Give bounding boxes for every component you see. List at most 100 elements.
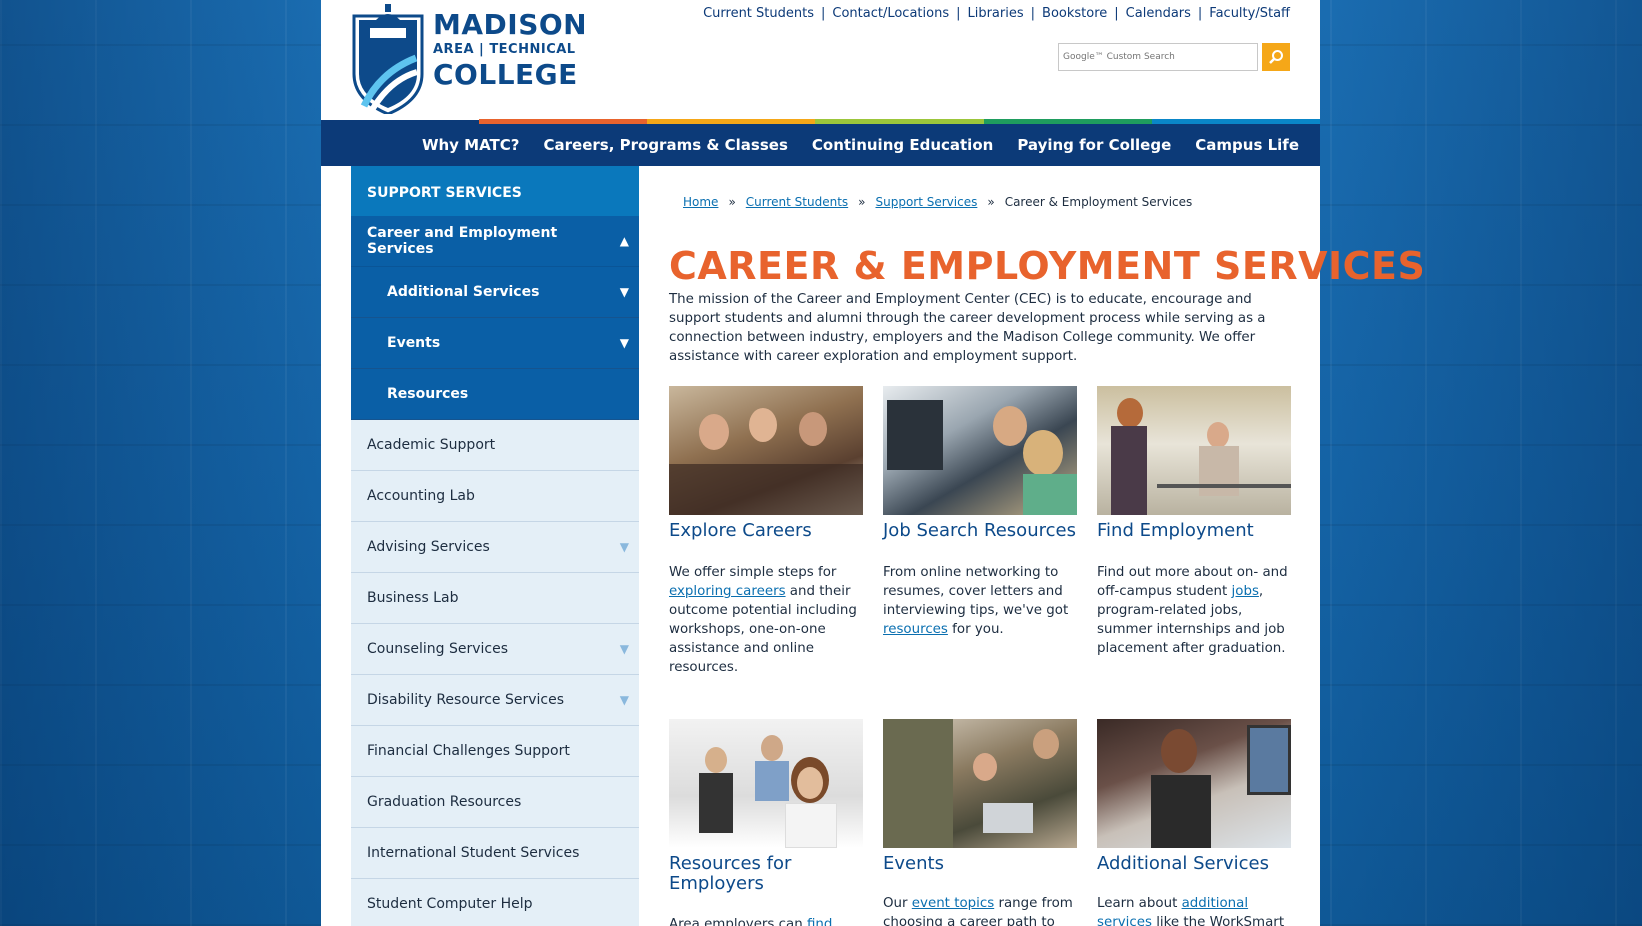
sidebar-item-label: Resources [387, 386, 469, 402]
sidebar-subitem-resources[interactable]: Resources [351, 369, 639, 420]
site-search [1058, 43, 1290, 71]
card-text-part: for you. [947, 622, 1004, 637]
sidebar-item-advising-services[interactable]: Advising Services ▼ [351, 522, 639, 573]
sidebar-item-graduation-resources[interactable]: Graduation Resources [351, 777, 639, 828]
sidebar-item-label: Events [387, 335, 441, 351]
utility-nav: Current Students | Contact/Locations | L… [703, 6, 1290, 21]
utility-link-bookstore[interactable]: Bookstore [1042, 6, 1107, 21]
sidebar-item-label: Student Computer Help [367, 896, 533, 912]
search-input[interactable] [1058, 43, 1258, 71]
site-header: MADISON AREA | TECHNICAL COLLEGE Current… [321, 0, 1320, 120]
sidebar-item-counseling-services[interactable]: Counseling Services ▼ [351, 624, 639, 675]
main-nav: Why MATC? Careers, Programs & Classes Co… [321, 120, 1320, 166]
nav-continuing-education[interactable]: Continuing Education [812, 136, 993, 154]
sidebar-item-academic-support[interactable]: Academic Support [351, 420, 639, 471]
breadcrumb-separator: » [987, 195, 995, 209]
capitol-shield-icon [352, 4, 424, 114]
card-explore-careers: Explore Careers We offer simple steps fo… [669, 386, 863, 677]
link-event-topics[interactable]: event topics [912, 896, 994, 911]
card-resources-for-employers: Resources for Employers Area employers c… [669, 719, 863, 926]
color-segment [1151, 119, 1321, 124]
utility-link-libraries[interactable]: Libraries [967, 6, 1023, 21]
photo-celebrating-graduates[interactable] [669, 719, 863, 848]
link-jobs[interactable]: jobs [1232, 584, 1259, 599]
separator: | [1114, 6, 1119, 21]
card-title[interactable]: Job Search Resources [883, 521, 1077, 541]
nav-campus-life[interactable]: Campus Life [1195, 136, 1299, 154]
separator: | [1197, 6, 1203, 21]
breadcrumb-link-home[interactable]: Home [683, 195, 718, 209]
utility-link-contact[interactable]: Contact/Locations [832, 6, 949, 21]
sidebar-item-label: International Student Services [367, 845, 580, 861]
nav-careers-programs-classes[interactable]: Careers, Programs & Classes [544, 136, 788, 154]
photo-career-fair[interactable] [1097, 386, 1291, 515]
card-text: Our event topics range from choosing a c… [883, 894, 1077, 926]
sidebar-item-label: Business Lab [367, 590, 459, 606]
chevron-down-icon[interactable]: ▼ [620, 642, 629, 656]
sidebar: SUPPORT SERVICES Career and Employment S… [351, 166, 639, 926]
card-text: We offer simple steps for exploring care… [669, 563, 863, 677]
card-job-search-resources: Job Search Resources From online network… [883, 386, 1077, 639]
college-logo[interactable]: MADISON AREA | TECHNICAL COLLEGE [350, 2, 587, 114]
nav-paying-for-college[interactable]: Paying for College [1017, 136, 1171, 154]
link-exploring-careers[interactable]: exploring careers [669, 584, 786, 599]
chevron-down-icon[interactable]: ▼ [620, 285, 629, 299]
sidebar-subitem-events[interactable]: Events ▼ [351, 318, 639, 369]
chevron-up-icon[interactable]: ▲ [620, 234, 629, 248]
utility-link-current-students[interactable]: Current Students [703, 6, 814, 21]
breadcrumb-link-current-students[interactable]: Current Students [746, 195, 848, 209]
card-title[interactable]: Explore Careers [669, 521, 863, 541]
sidebar-subitem-additional-services[interactable]: Additional Services ▼ [351, 267, 639, 318]
photo-computer-lab[interactable] [883, 386, 1077, 515]
breadcrumb-link-support-services[interactable]: Support Services [876, 195, 978, 209]
sidebar-heading[interactable]: SUPPORT SERVICES [351, 166, 639, 216]
breadcrumb-current: Career & Employment Services [1004, 195, 1193, 209]
sidebar-item-label: Advising Services [367, 539, 490, 555]
color-segment [647, 119, 816, 124]
card-text: Find out more about on- and off-campus s… [1097, 563, 1291, 658]
sidebar-item-disability-resource-services[interactable]: Disability Resource Services ▼ [351, 675, 639, 726]
photo-students-classroom[interactable] [669, 386, 863, 515]
photo-event-laptop[interactable] [883, 719, 1077, 848]
sidebar-item-label: Disability Resource Services [367, 692, 565, 708]
page-container: MADISON AREA | TECHNICAL COLLEGE Current… [321, 0, 1425, 926]
sidebar-item-label: Accounting Lab [367, 488, 475, 504]
separator: | [1030, 6, 1036, 21]
chevron-down-icon[interactable]: ▼ [620, 540, 629, 554]
logo-line-2: AREA | TECHNICAL [433, 42, 576, 57]
card-text-part: like the WorkSmart [1151, 915, 1285, 926]
link-resources[interactable]: resources [883, 622, 948, 637]
link-find[interactable]: find [807, 917, 832, 926]
color-segment [983, 119, 1152, 124]
card-title[interactable]: Resources for Employers [669, 854, 809, 894]
search-button[interactable] [1262, 43, 1290, 71]
sidebar-item-label: Career and Employment Services [367, 225, 558, 257]
page-title: CAREER & EMPLOYMENT SERVICES [669, 244, 1426, 288]
breadcrumb-separator: » [728, 195, 736, 209]
chevron-down-icon[interactable]: ▼ [620, 336, 629, 350]
breadcrumb: Home » Current Students » Support Servic… [683, 195, 1192, 209]
card-text: Learn about additional services like the… [1097, 894, 1291, 926]
utility-link-calendars[interactable]: Calendars [1126, 6, 1191, 21]
card-title[interactable]: Additional Services [1097, 854, 1291, 874]
photo-students-at-computer[interactable] [1097, 719, 1291, 848]
sidebar-item-international-student-services[interactable]: International Student Services [351, 828, 639, 879]
card-text-part: From online networking to resumes, cover… [883, 565, 1069, 618]
sidebar-item-career-employment[interactable]: Career and Employment Services ▲ [351, 216, 639, 267]
card-title[interactable]: Find Employment [1097, 521, 1291, 541]
color-segment [815, 119, 984, 124]
sidebar-item-accounting-lab[interactable]: Accounting Lab [351, 471, 639, 522]
card-title[interactable]: Events [883, 854, 1077, 874]
sidebar-item-label: Additional Services [387, 284, 540, 300]
sidebar-item-financial-challenges-support[interactable]: Financial Challenges Support [351, 726, 639, 777]
search-icon [1269, 50, 1283, 64]
utility-link-faculty-staff[interactable]: Faculty/Staff [1209, 6, 1290, 21]
color-segment [479, 119, 648, 124]
chevron-down-icon[interactable]: ▼ [620, 693, 629, 707]
sidebar-item-student-computer-help[interactable]: Student Computer Help [351, 879, 639, 926]
sidebar-item-business-lab[interactable]: Business Lab [351, 573, 639, 624]
card-text-part: Our [883, 896, 912, 911]
sidebar-item-label: Graduation Resources [367, 794, 522, 810]
breadcrumb-separator: » [858, 195, 866, 209]
nav-why-matc[interactable]: Why MATC? [422, 136, 520, 154]
